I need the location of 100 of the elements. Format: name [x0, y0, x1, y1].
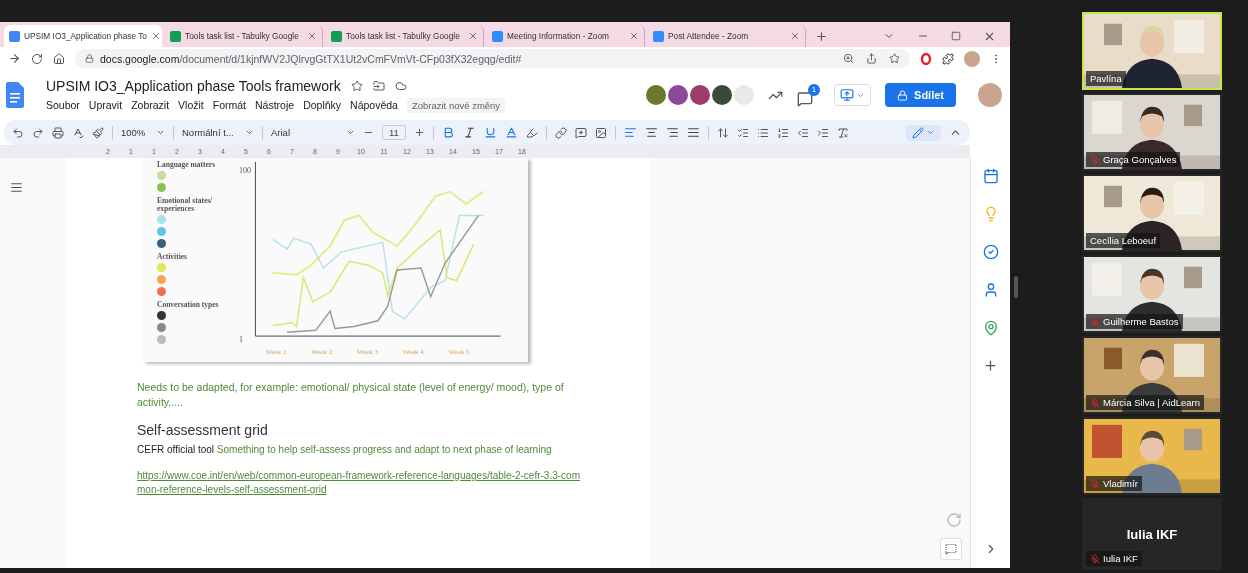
map-pin-icon[interactable]: [982, 320, 999, 336]
menu-item[interactable]: Doplňky: [303, 99, 342, 111]
participant-name: Iulia IKF: [1126, 526, 1178, 542]
video-tile[interactable]: Guilherme Bastos: [1082, 255, 1222, 333]
present-button[interactable]: [834, 84, 872, 106]
numbered-list-icon[interactable]: [776, 126, 789, 139]
browser-tab[interactable]: UPSIM IO3_Application phase To: [4, 25, 162, 47]
video-tile[interactable]: Iulia IKF Iulia IKF: [1082, 498, 1222, 570]
link[interactable]: https://www.coe.int/en/web/common-european-framework-reference-languages/table-2-cefr-3.3-common-reference-levels-self-assessment-grid: [137, 469, 582, 497]
share-button[interactable]: Sdílet: [885, 83, 956, 107]
comment-count: 1: [808, 83, 821, 96]
present-icon: [840, 88, 855, 102]
axis-label: 1: [239, 335, 244, 344]
italic-icon[interactable]: [462, 126, 476, 139]
link-icon[interactable]: [554, 126, 567, 139]
participant-name: Iulia IKF: [1103, 553, 1138, 564]
undo-icon[interactable]: [12, 126, 24, 139]
video-tile[interactable]: Vladimír: [1082, 417, 1222, 495]
zoom-dropdown[interactable]: 100%: [121, 127, 165, 138]
collaborator-avatar[interactable]: [646, 85, 667, 105]
close-icon[interactable]: [468, 31, 478, 41]
participant-name: Márcia Silva | AidLearn: [1103, 397, 1200, 408]
document-icon: [9, 30, 20, 42]
line-spacing-icon[interactable]: [716, 126, 729, 139]
lock-icon: [897, 89, 909, 101]
participant-name: Pavlína: [1090, 73, 1122, 84]
menu-item[interactable]: Nástroje: [255, 99, 295, 111]
clear-formatting-icon[interactable]: [836, 126, 849, 139]
paint-format-icon[interactable]: [92, 126, 104, 139]
cloud-icon[interactable]: [394, 79, 407, 92]
folder-icon[interactable]: [372, 79, 385, 92]
menu-item[interactable]: Formát: [212, 99, 246, 111]
zoom-icon[interactable]: [843, 53, 854, 64]
add-comment-icon[interactable]: [574, 126, 587, 139]
video-tile[interactable]: Graça Gonçalves: [1082, 93, 1222, 171]
text-color-icon[interactable]: [504, 126, 518, 139]
star-icon[interactable]: [889, 53, 900, 64]
video-camera-icon: [492, 30, 503, 42]
resize-handle[interactable]: [1014, 275, 1018, 298]
explore-icon: [945, 543, 957, 555]
menu-item[interactable]: Vložit: [178, 99, 204, 111]
participant-name: Cecília Leboeuf: [1090, 235, 1157, 246]
printer-icon[interactable]: [52, 126, 64, 139]
spellcheck-icon[interactable]: [72, 126, 84, 139]
redo-icon[interactable]: [32, 126, 44, 139]
explore-button[interactable]: [940, 538, 962, 560]
align-icon[interactable]: [686, 126, 700, 139]
underline-icon[interactable]: [483, 126, 497, 139]
video-tile[interactable]: Pavlína: [1082, 12, 1222, 90]
plus-icon[interactable]: [413, 127, 425, 138]
home-icon[interactable]: [53, 52, 65, 65]
align-icon[interactable]: [623, 126, 637, 139]
add-icon[interactable]: [983, 358, 998, 373]
menu-item[interactable]: Soubor: [46, 99, 80, 111]
align-icon[interactable]: [644, 126, 658, 139]
highlighter-icon[interactable]: [525, 126, 538, 139]
menu-item[interactable]: Upravit: [88, 99, 123, 111]
calendar-icon[interactable]: [982, 168, 999, 184]
collaborator-avatar[interactable]: [668, 85, 689, 105]
reload-icon[interactable]: [31, 52, 43, 65]
forward-icon[interactable]: [8, 52, 21, 65]
document-icon[interactable]: [6, 82, 24, 108]
bulleted-list-icon[interactable]: [756, 126, 769, 139]
checklist-icon[interactable]: [736, 126, 749, 139]
close-icon[interactable]: [307, 31, 317, 41]
ring-icon[interactable]: [920, 52, 932, 65]
increase-indent-icon[interactable]: [816, 126, 829, 139]
close-icon[interactable]: [790, 31, 800, 41]
collaborator-avatar[interactable]: [690, 85, 711, 105]
align-icon[interactable]: [665, 126, 679, 139]
tasks-icon[interactable]: [982, 244, 999, 260]
menu-item[interactable]: Nápověda: [350, 99, 398, 111]
share-icon[interactable]: [866, 53, 877, 64]
show-changes-button[interactable]: Zobrazit nové změny: [406, 97, 506, 113]
menu-item[interactable]: Zobrazit: [131, 99, 170, 111]
caret-icon: [156, 128, 165, 137]
axis-label: 100: [239, 166, 251, 175]
editing-mode-button[interactable]: [906, 124, 941, 141]
decrease-indent-icon[interactable]: [796, 126, 809, 139]
font-size-field[interactable]: 11: [382, 125, 406, 140]
collaborator-avatar[interactable]: [712, 85, 733, 105]
puzzle-icon[interactable]: [942, 52, 954, 65]
font-dropdown[interactable]: Arial: [271, 127, 355, 138]
note-text: Needs to be adapted, for example: emotional/ physical state (level of energy/ mood), type of activity,....: [137, 380, 565, 410]
video-tile[interactable]: Cecília Leboeuf: [1082, 174, 1222, 252]
paragraph: CEFR official tool Something to help self-assess progress and adapt to next phase of learning: [137, 443, 553, 457]
style-dropdown[interactable]: Normální t...: [182, 127, 254, 138]
image-icon[interactable]: [594, 126, 607, 139]
star-icon[interactable]: [350, 79, 363, 92]
close-icon[interactable]: [151, 31, 161, 41]
document-title[interactable]: UPSIM IO3_Application phase Tools framework: [46, 77, 341, 94]
close-icon[interactable]: [629, 31, 639, 41]
caret-icon: [245, 128, 254, 137]
restore-icon[interactable]: [951, 31, 961, 41]
address-field[interactable]: docs.google.com/document/d/1kjnfWV2JQlrvgGtTX1Ut2vCmFVmVt-CFp03fX32egqg/edit#: [75, 49, 910, 68]
outline-icon[interactable]: [10, 181, 23, 194]
participant-name: Guilherme Bastos: [1103, 316, 1179, 327]
video-camera-icon: [653, 30, 664, 42]
caret-icon: [926, 128, 935, 137]
video-tile[interactable]: Márcia Silva | AidLearn: [1082, 336, 1222, 414]
